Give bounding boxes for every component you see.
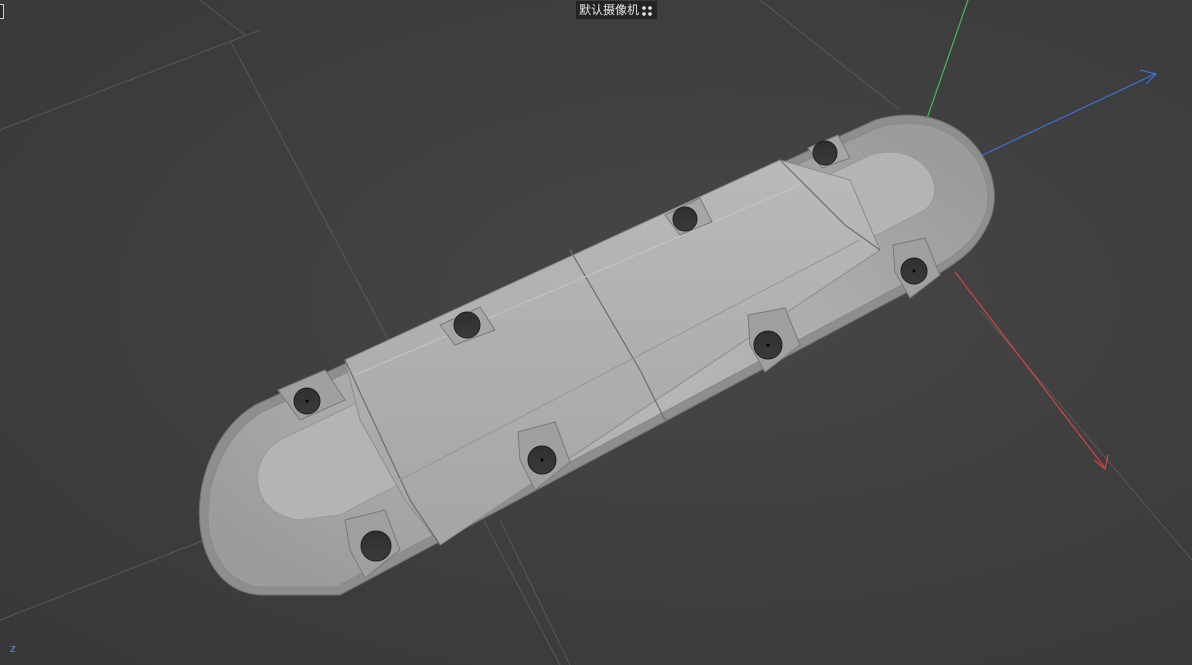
scene-canvas[interactable] <box>0 0 1192 665</box>
camera-name: 默认摄像机 <box>579 3 640 17</box>
model-cover <box>344 159 881 546</box>
3d-viewport[interactable]: 默认摄像机 z <box>0 0 1192 665</box>
camera-options-icon[interactable] <box>641 4 653 16</box>
z-axis-line <box>971 69 1158 161</box>
viewport-corner-button[interactable] <box>0 4 4 19</box>
axis-z-label: z <box>10 642 16 655</box>
camera-selector[interactable]: 默认摄像机 <box>576 1 658 19</box>
